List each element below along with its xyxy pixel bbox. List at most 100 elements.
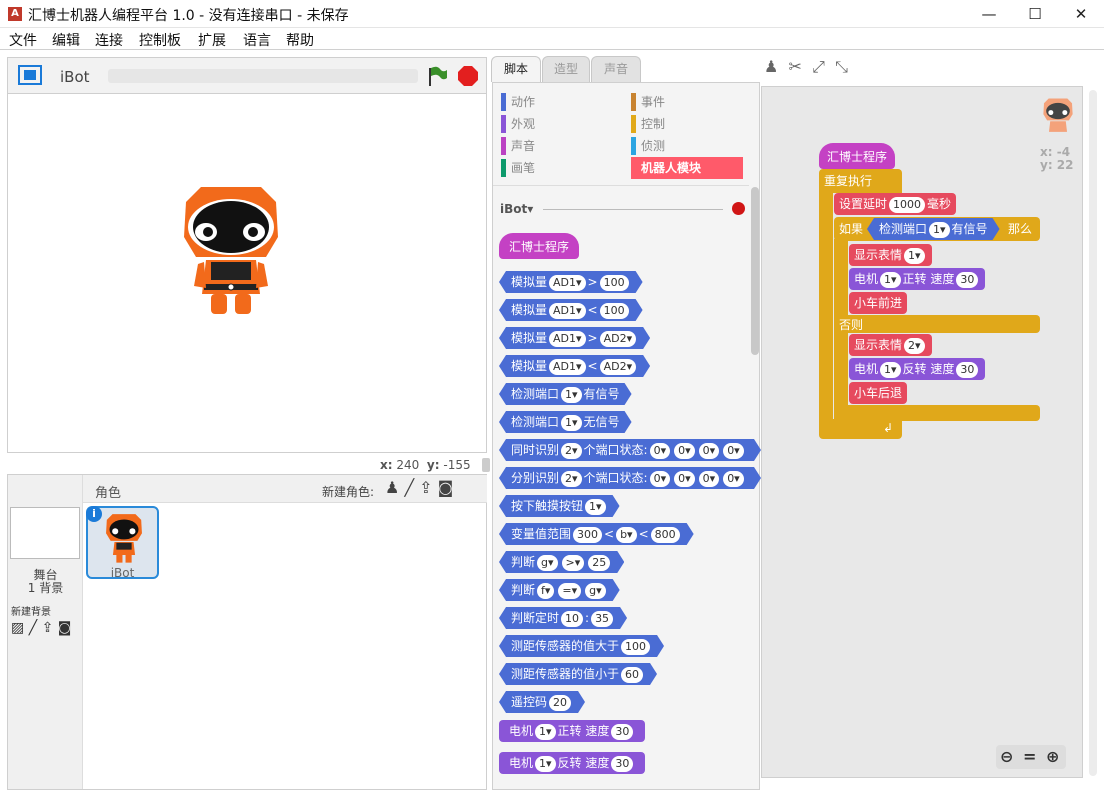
category-sound[interactable]: 声音 (501, 137, 621, 155)
script-check-port-block[interactable]: 检测端口 1▾ 有信号 (867, 218, 1000, 240)
fullscreen-icon[interactable] (18, 65, 42, 85)
menu-language[interactable]: 语言 (243, 30, 271, 50)
connection-status-dot (732, 202, 745, 215)
ibot-sprite-image[interactable] (176, 182, 286, 321)
script-delay-block[interactable]: 设置延时 1000 毫秒 (834, 193, 957, 215)
x-label: x: (380, 458, 393, 472)
palette-analog-gt[interactable]: 模拟量 AD1▾ >100 (499, 271, 643, 293)
palette-analog-lt[interactable]: 模拟量 AD1▾ <100 (499, 299, 643, 321)
category-pen[interactable]: 画笔 (501, 159, 621, 177)
block-palette: 动作 事件 外观 控制 声音 侦测 画笔 机器人模块 iBot▾ 汇博士程序 模… (492, 82, 760, 790)
tab-costumes[interactable]: 造型 (542, 56, 590, 82)
green-flag-icon[interactable] (426, 65, 448, 91)
palette-var-range[interactable]: 变量值范围 300 < b▾ <800 (499, 523, 694, 545)
stop-icon[interactable] (457, 65, 479, 91)
category-looks[interactable]: 外观 (501, 115, 621, 133)
palette-port-signal[interactable]: 检测端口 1▾ 有信号 (499, 383, 632, 405)
new-sprite-label: 新建角色: (322, 485, 375, 499)
menu-edit[interactable]: 编辑 (52, 30, 80, 50)
palette-analog-lt-ad2[interactable]: 模拟量 AD1▾ < AD2▾ (499, 355, 650, 377)
sprite-pane-header: 角色 新建角色: ♟ ╱ ⇪ ◙ (83, 475, 487, 503)
device-dropdown[interactable]: iBot▾ (500, 202, 533, 216)
info-icon[interactable]: i (86, 506, 102, 522)
script-scrollbar[interactable] (1089, 90, 1097, 776)
grow-icon[interactable]: ⤢ (812, 57, 825, 76)
stage-thumbnail[interactable] (10, 507, 80, 559)
tab-scripts[interactable]: 脚本 (491, 56, 541, 82)
new-backdrop-label: 新建背景 (11, 607, 51, 618)
collapse-arrow-icon[interactable] (482, 458, 490, 472)
loop-arrow-icon: ↲ (883, 421, 894, 435)
palette-motor-forward[interactable]: 电机 1▾ 正转 速度 30 (499, 720, 646, 742)
palette-distance-lt[interactable]: 测距传感器的值小于 60 (499, 663, 657, 685)
script-face2-block[interactable]: 显示表情 2▾ (849, 334, 932, 356)
palette-port-no-signal[interactable]: 检测端口 1▾ 无信号 (499, 411, 632, 433)
script-motor2-block[interactable]: 电机 1▾ 反转 速度 30 (849, 358, 986, 380)
camera-icon[interactable]: ◙ (58, 620, 72, 636)
palette-motor-reverse[interactable]: 电机 1▾ 反转 速度 30 (499, 752, 646, 774)
menu-file[interactable]: 文件 (9, 30, 37, 50)
tab-sounds[interactable]: 声音 (591, 56, 641, 82)
script-motor1-block[interactable]: 电机 1▾ 正转 速度 30 (849, 268, 986, 290)
palette-distance-gt[interactable]: 测距传感器的值大于 100 (499, 635, 664, 657)
upload-sprite-icon[interactable]: ⇪ (419, 478, 432, 497)
palette-scrollbar[interactable] (751, 187, 759, 355)
category-robot-module[interactable]: 机器人模块 (631, 157, 743, 179)
script-forward-block[interactable]: 小车前进 (849, 292, 908, 314)
y-value: -155 (443, 458, 471, 472)
palette-separate-detect[interactable]: 分别识别 2▾ 个端口状态: 0▾ 0▾ 0▾ 0▾ (499, 467, 761, 489)
x-value: 240 (396, 458, 420, 472)
paint-image-icon[interactable]: ▨ (11, 620, 24, 636)
stage-name-bar (108, 69, 418, 83)
sprites-header: 角色 (95, 486, 122, 501)
close-button[interactable]: ✕ (1058, 0, 1104, 28)
script-back-block[interactable]: 小车后退 (849, 382, 908, 404)
stage-canvas[interactable] (7, 93, 487, 453)
menu-board[interactable]: 控制板 (139, 30, 181, 50)
shrink-icon[interactable]: ⤡ (835, 57, 848, 76)
category-sensing[interactable]: 侦测 (631, 137, 751, 155)
menu-extensions[interactable]: 扩展 (198, 30, 226, 50)
upload-icon[interactable]: ⇪ (42, 620, 54, 636)
palette-analog-gt-ad2[interactable]: 模拟量 AD1▾ > AD2▾ (499, 327, 650, 349)
palette-judge-timer[interactable]: 判断定时 10:35 (499, 607, 627, 629)
window-title: 汇博士机器人编程平台 1.0 - 没有连接串口 - 未保存 (28, 8, 349, 24)
zoom-reset-icon[interactable]: = (1023, 747, 1036, 766)
zoom-in-icon[interactable]: ⊕ (1046, 747, 1059, 766)
menu-connect[interactable]: 连接 (95, 30, 123, 50)
brush-icon[interactable]: ╱ (29, 620, 37, 636)
stage-thumbnail-column: 舞台 1 背景 新建背景 ▨ ╱ ⇪ ◙ (8, 475, 83, 789)
duplicate-icon[interactable]: ♟ (764, 57, 778, 76)
sprite-tile-ibot[interactable]: i iBot (86, 506, 159, 580)
stage-coordinates: x: 240 y: -155 (380, 458, 471, 472)
palette-hat-block[interactable]: 汇博士程序 (499, 233, 580, 259)
menu-bar: 文件 编辑 连接 控制板 扩展 语言 帮助 (0, 28, 1104, 50)
paint-sprite-icon[interactable]: ╱ (404, 478, 414, 497)
camera-sprite-icon[interactable]: ◙ (438, 478, 454, 497)
minimize-button[interactable]: — (966, 0, 1012, 28)
palette-remote-code[interactable]: 遥控码 20 (499, 691, 585, 713)
sprite-library-icon[interactable]: ♟ (385, 478, 399, 497)
palette-judge-compare[interactable]: 判断 g▾ >▾ 25 (499, 551, 624, 573)
stage-sprite-name: iBot (60, 68, 90, 86)
backdrop-count: 1 背景 (27, 581, 64, 595)
palette-judge-equal[interactable]: 判断 f▾ =▾ g▾ (499, 579, 620, 601)
cut-icon[interactable]: ✂ (789, 57, 802, 76)
sprite-y-readout: y: 22 (1040, 158, 1074, 172)
category-events[interactable]: 事件 (631, 93, 751, 111)
menu-help[interactable]: 帮助 (286, 30, 314, 50)
script-face1-block[interactable]: 显示表情 1▾ (849, 244, 932, 266)
forever-block-arm (819, 191, 833, 433)
script-area[interactable]: x: -4 y: 22 重复执行 ↲ 如果 那么 否则 汇博士程序 设置延时 100… (761, 86, 1083, 778)
zoom-out-icon[interactable]: ⊖ (1000, 747, 1013, 766)
category-motion[interactable]: 动作 (501, 93, 621, 111)
script-hat-block[interactable]: 汇博士程序 (819, 143, 896, 169)
maximize-button[interactable]: ☐ (1012, 0, 1058, 28)
sprite-tile-name: iBot (110, 566, 135, 580)
palette-touch-button[interactable]: 按下触摸按钮 1▾ (499, 495, 620, 517)
category-control[interactable]: 控制 (631, 115, 751, 133)
current-sprite-icon (1043, 98, 1073, 132)
forever-block[interactable]: 重复执行 (819, 169, 902, 193)
palette-sync-detect[interactable]: 同时识别 2▾ 个端口状态: 0▾ 0▾ 0▾ 0▾ (499, 439, 761, 461)
forever-block-foot: ↲ (819, 419, 902, 439)
